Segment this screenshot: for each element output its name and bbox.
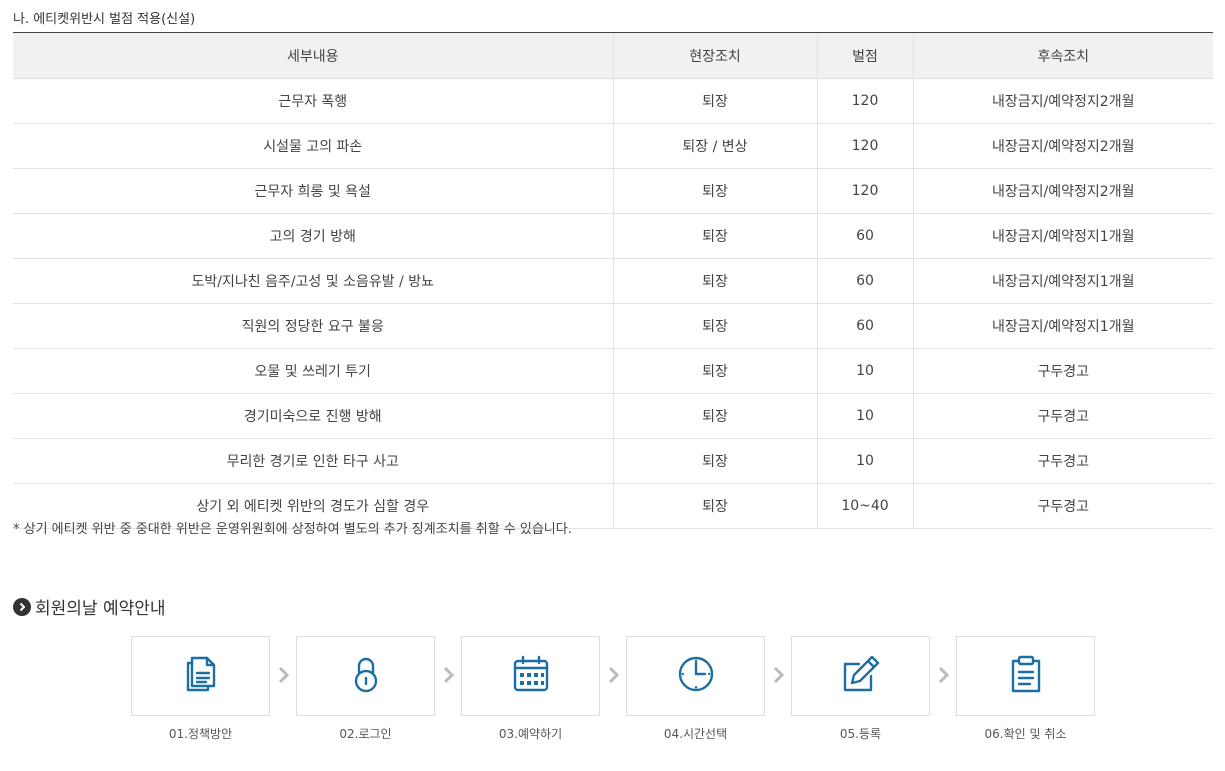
cell-onsite-action: 퇴장 (612, 483, 817, 529)
step-label: 04.시간선택 (663, 727, 728, 741)
cell-follow-up: 내장금지/예약정지1개월 (912, 303, 1213, 349)
calendar-icon (511, 654, 551, 698)
step-policy: 01.정책방안 (131, 636, 270, 742)
cell-onsite-action: 퇴장 (612, 393, 817, 439)
penalty-table: 세부내용 현장조치 벌점 후속조치 근무자 폭행 퇴장 120 내장금지/예약정지2개… (13, 32, 1213, 529)
step-icon-box (626, 636, 765, 716)
step-label: 02.로그인 (339, 727, 392, 741)
cell-follow-up: 내장금지/예약정지1개월 (912, 213, 1213, 259)
cell-onsite-action: 퇴장 (612, 303, 817, 349)
table-header-row: 세부내용 현장조치 벌점 후속조치 (13, 32, 1213, 79)
cell-details: 근무자 희롱 및 욕설 (13, 168, 613, 214)
step-label: 01.정책방안 (168, 727, 233, 741)
step-icon-box (296, 636, 435, 716)
edit-pen-icon (841, 654, 881, 698)
cell-follow-up: 구두경고 (912, 393, 1213, 439)
chevron-right-icon (606, 663, 622, 687)
section-title: 회원의날 예약안내 (35, 599, 166, 619)
cell-follow-up: 내장금지/예약정지2개월 (912, 123, 1213, 169)
column-header-follow-up: 후속조치 (912, 32, 1213, 79)
footnote: * 상기 에티켓 위반 중 중대한 위반은 운영위원회에 상정하여 별도의 추가… (13, 522, 572, 537)
documents-icon (181, 654, 221, 698)
cell-penalty-points: 10~40 (816, 483, 913, 529)
table-row: 도박/지나친 음주/고성 및 소음유발 / 방뇨 퇴장 60 내장금지/예약정지1개월 (13, 258, 1213, 304)
cell-follow-up: 구두경고 (912, 483, 1213, 529)
cell-follow-up: 구두경고 (912, 438, 1213, 484)
column-header-details: 세부내용 (13, 32, 613, 79)
cell-details: 도박/지나친 음주/고성 및 소음유발 / 방뇨 (13, 258, 613, 304)
cell-details: 고의 경기 방해 (13, 213, 613, 259)
step-icon-box (461, 636, 600, 716)
cell-follow-up: 내장금지/예약정지2개월 (912, 78, 1213, 124)
cell-details: 직원의 정당한 요구 불응 (13, 303, 613, 349)
step-label: 03.예약하기 (498, 727, 563, 741)
cell-penalty-points: 60 (816, 258, 913, 304)
chevron-right-icon (936, 663, 952, 687)
step-login: 02.로그인 (296, 636, 435, 742)
cell-onsite-action: 퇴장 (612, 438, 817, 484)
clock-icon (676, 654, 716, 698)
cell-onsite-action: 퇴장 (612, 78, 817, 124)
cell-penalty-points: 60 (816, 303, 913, 349)
step-icon-box (956, 636, 1095, 716)
table-row: 고의 경기 방해 퇴장 60 내장금지/예약정지1개월 (13, 213, 1213, 259)
cell-onsite-action: 퇴장 (612, 348, 817, 394)
table-row: 근무자 희롱 및 욕설 퇴장 120 내장금지/예약정지2개월 (13, 168, 1213, 214)
cell-follow-up: 내장금지/예약정지1개월 (912, 258, 1213, 304)
cell-details: 무리한 경기로 인한 타구 사고 (13, 438, 613, 484)
section-heading: 회원의날 예약안내 (13, 594, 166, 619)
cell-details: 근무자 폭행 (13, 78, 613, 124)
step-confirm-cancel: 06.확인 및 취소 (956, 636, 1095, 742)
step-icon-box (791, 636, 930, 716)
cell-details: 오물 및 쓰레기 투기 (13, 348, 613, 394)
cell-details: 시설물 고의 파손 (13, 123, 613, 169)
cell-penalty-points: 60 (816, 213, 913, 259)
cell-details: 경기미숙으로 진행 방해 (13, 393, 613, 439)
cell-onsite-action: 퇴장 (612, 258, 817, 304)
section-subtitle: 나. 에티켓위반시 벌점 적용(신설) (13, 12, 196, 27)
table-row: 시설물 고의 파손 퇴장 / 변상 120 내장금지/예약정지2개월 (13, 123, 1213, 169)
clipboard-icon (1006, 654, 1046, 698)
cell-penalty-points: 10 (816, 438, 913, 484)
step-icon-box (131, 636, 270, 716)
column-header-onsite-action: 현장조치 (612, 32, 817, 79)
chevron-right-circle-icon (13, 597, 31, 616)
cell-penalty-points: 10 (816, 393, 913, 439)
chevron-right-icon (771, 663, 787, 687)
cell-onsite-action: 퇴장 (612, 213, 817, 259)
column-header-penalty-points: 벌점 (816, 32, 913, 79)
cell-penalty-points: 120 (816, 123, 913, 169)
chevron-right-icon (441, 663, 457, 687)
table-row: 직원의 정당한 요구 불응 퇴장 60 내장금지/예약정지1개월 (13, 303, 1213, 349)
table-row: 경기미숙으로 진행 방해 퇴장 10 구두경고 (13, 393, 1213, 439)
table-row: 오물 및 쓰레기 투기 퇴장 10 구두경고 (13, 348, 1213, 394)
cell-follow-up: 내장금지/예약정지2개월 (912, 168, 1213, 214)
step-time-select: 04.시간선택 (626, 636, 765, 742)
step-reserve: 03.예약하기 (461, 636, 600, 742)
cell-onsite-action: 퇴장 / 변상 (612, 123, 817, 169)
cell-follow-up: 구두경고 (912, 348, 1213, 394)
padlock-icon (346, 654, 386, 698)
table-row: 근무자 폭행 퇴장 120 내장금지/예약정지2개월 (13, 78, 1213, 124)
chevron-right-icon (276, 663, 292, 687)
cell-penalty-points: 120 (816, 168, 913, 214)
step-label: 05.등록 (839, 727, 882, 741)
cell-penalty-points: 120 (816, 78, 913, 124)
table-row: 무리한 경기로 인한 타구 사고 퇴장 10 구두경고 (13, 438, 1213, 484)
step-label: 06.확인 및 취소 (984, 727, 1067, 741)
cell-onsite-action: 퇴장 (612, 168, 817, 214)
step-register: 05.등록 (791, 636, 930, 742)
cell-penalty-points: 10 (816, 348, 913, 394)
